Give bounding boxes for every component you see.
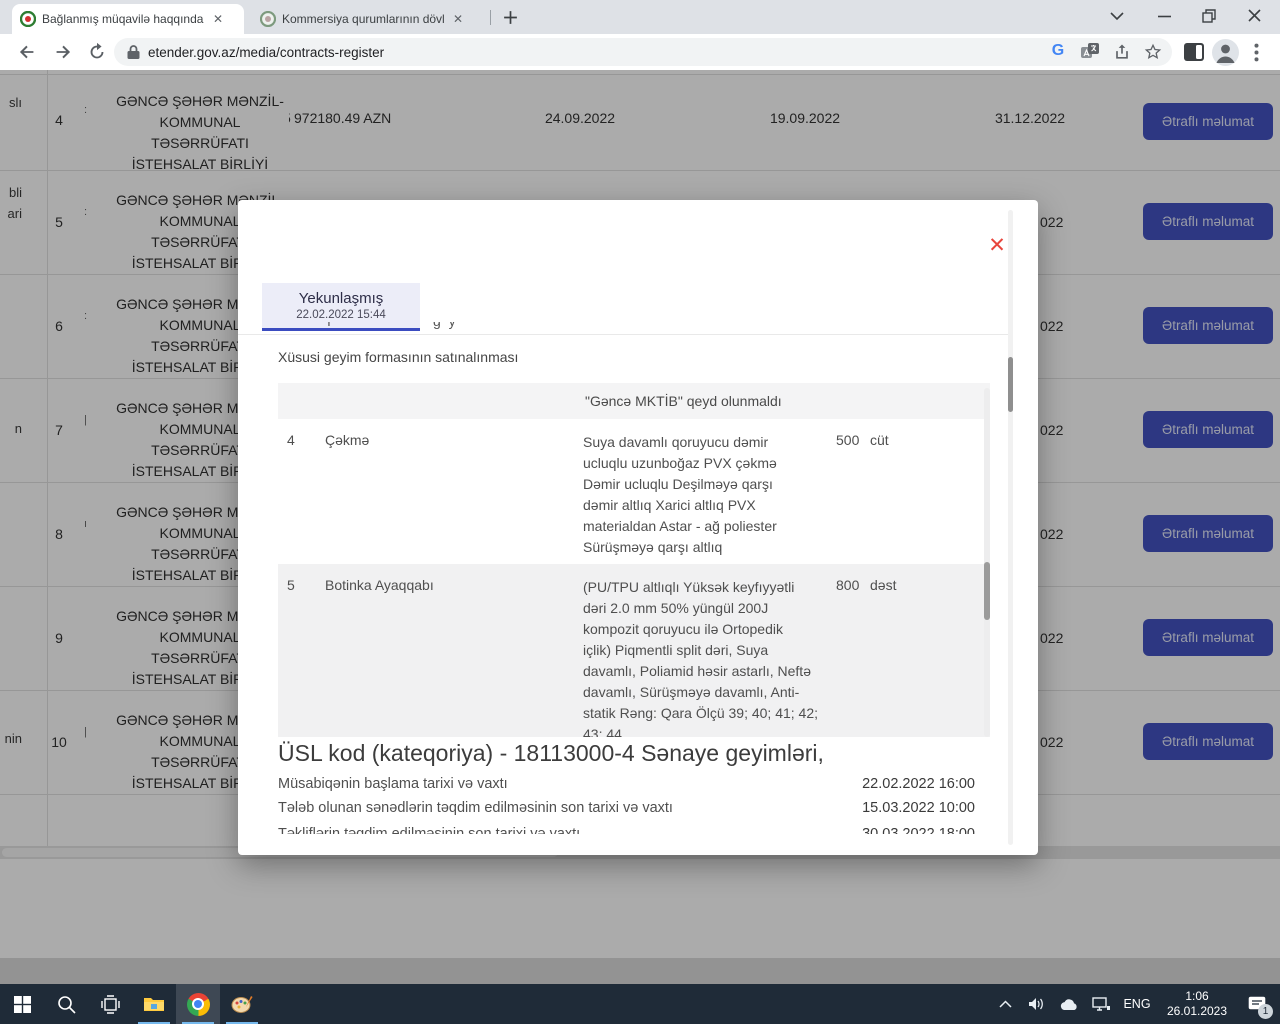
modal-scrollbar-thumb[interactable] bbox=[1008, 357, 1013, 412]
item-quantity: 800 bbox=[836, 577, 859, 593]
item-no: 4 bbox=[287, 432, 295, 448]
detail-row: Tələb olunan sənədlərin təqdim edilməsin… bbox=[278, 800, 990, 820]
tab-status-datetime: 22.02.2022 15:44 bbox=[296, 309, 386, 321]
tab-divider bbox=[490, 10, 491, 25]
tab-close-icon[interactable]: ✕ bbox=[210, 12, 226, 26]
item-no: 5 bbox=[287, 577, 295, 593]
task-view-icon bbox=[101, 995, 120, 1014]
item-unit: dəst bbox=[870, 577, 896, 593]
side-panel-icon[interactable] bbox=[1184, 43, 1204, 61]
clock-time: 1:06 bbox=[1160, 989, 1234, 1004]
screen: Bağlanmış müqavilə haqqında mə ✕ Kommers… bbox=[0, 0, 1280, 1024]
detail-label: Təkliflərin təqdim edilməsinin son tarix… bbox=[278, 826, 580, 834]
window-close-button[interactable] bbox=[1248, 9, 1261, 22]
language-indicator[interactable]: ENG bbox=[1120, 997, 1154, 1011]
share-icon[interactable] bbox=[1112, 42, 1132, 62]
item-name: Botinka Ayaqqabı bbox=[325, 577, 434, 593]
lock-icon bbox=[126, 44, 141, 60]
browser-tab-inactive[interactable]: Kommersiya qurumlarının dövlət ✕ bbox=[252, 4, 486, 34]
tender-detail-modal: ✕ Yekunlaşmış 22.02.2022 15:44 ı g y Xüs… bbox=[238, 200, 1038, 855]
search-icon bbox=[57, 995, 76, 1014]
item-description: (PU/TPU altlıqlı Yüksək keyfıyyətli dəri… bbox=[583, 577, 835, 737]
window-minimize-button[interactable] bbox=[1158, 15, 1171, 18]
item-unit: cüt bbox=[870, 432, 889, 448]
items-table-header: "Gəncə MKTİB" qeyd olunmaldı bbox=[278, 383, 990, 419]
tab-title: Kommersiya qurumlarının dövlət bbox=[282, 12, 444, 26]
back-button[interactable] bbox=[16, 41, 38, 63]
window-chevron-down-icon[interactable] bbox=[1110, 12, 1124, 21]
task-view-button[interactable] bbox=[88, 984, 132, 1024]
taskbar-search-button[interactable] bbox=[44, 984, 88, 1024]
modal-header-divider bbox=[238, 334, 1013, 335]
windows-taskbar: ENG 1:06 26.01.2023 1 bbox=[0, 984, 1280, 1024]
detail-label: Tələb olunan sənədlərin təqdim edilməsin… bbox=[278, 800, 673, 816]
onedrive-cloud-icon[interactable] bbox=[1056, 984, 1082, 1024]
chrome-taskbar-button[interactable] bbox=[176, 984, 220, 1024]
tray-chevron-up-icon[interactable] bbox=[992, 984, 1018, 1024]
windows-logo-icon bbox=[14, 996, 31, 1013]
detail-value: 30.03.2022 18:00 bbox=[862, 826, 975, 834]
etender-favicon-icon bbox=[20, 11, 36, 27]
modal-close-button[interactable]: ✕ bbox=[984, 232, 1010, 258]
google-g-icon[interactable]: G bbox=[1048, 42, 1068, 62]
browser-tab-strip: Bağlanmış müqavilə haqqında mə ✕ Kommers… bbox=[0, 0, 1280, 34]
tender-details-list: Müsabiqənin başlama tarixi və vaxtı 22.0… bbox=[278, 776, 990, 834]
folder-icon bbox=[143, 995, 165, 1013]
category-heading: ÜSL kod (kateqoriya) - 18113000-4 Sənaye… bbox=[278, 740, 824, 767]
action-center-button[interactable]: 1 bbox=[1240, 984, 1274, 1024]
start-button[interactable] bbox=[0, 984, 44, 1024]
purchase-title: Xüsusi geyim formasının satınalınması bbox=[278, 349, 518, 365]
etender-favicon-icon bbox=[260, 11, 276, 27]
contracts-register-page: slı 4 : GƏNCƏ ŞƏHƏR MƏNZİL- KOMMUNAL TƏS… bbox=[0, 70, 1280, 984]
detail-row: Müsabiqənin başlama tarixi və vaxtı 22.0… bbox=[278, 776, 990, 796]
item-row: 5 Botinka Ayaqqabı (PU/TPU altlıqlı Yüks… bbox=[278, 564, 990, 737]
forward-button[interactable] bbox=[52, 41, 74, 63]
detail-row-clipped: Təkliflərin təqdim edilməsinin son tarix… bbox=[278, 826, 990, 834]
items-scrollbar-thumb[interactable] bbox=[984, 562, 990, 620]
items-table: "Gəncə MKTİB" qeyd olunmaldı 4 Çəkmə Suy… bbox=[278, 383, 990, 737]
item-row: 4 Çəkmə Suya davamlı qoruyucu dəmir uclu… bbox=[278, 419, 990, 564]
tab-title: Bağlanmış müqavilə haqqında mə bbox=[42, 12, 204, 26]
browser-menu-kebab-icon[interactable] bbox=[1254, 43, 1259, 62]
new-tab-button[interactable] bbox=[502, 9, 519, 26]
modal-scrollbar[interactable] bbox=[1008, 210, 1013, 845]
tab-yekunlasmis[interactable]: Yekunlaşmış 22.02.2022 15:44 bbox=[262, 283, 420, 331]
chrome-icon bbox=[187, 993, 210, 1016]
detail-label: Müsabiqənin başlama tarixi və vaxtı bbox=[278, 776, 508, 792]
window-restore-button[interactable] bbox=[1202, 9, 1216, 23]
tab-close-icon[interactable]: ✕ bbox=[450, 12, 466, 26]
item-description: Suya davamlı qoruyucu dəmir ucluqlu uzun… bbox=[583, 432, 835, 558]
profile-avatar[interactable] bbox=[1212, 39, 1239, 66]
tab-status-label: Yekunlaşmış bbox=[299, 290, 384, 307]
browser-tab-active[interactable]: Bağlanmış müqavilə haqqında mə ✕ bbox=[12, 4, 244, 34]
paint-icon bbox=[231, 994, 253, 1014]
paint-taskbar-button[interactable] bbox=[220, 984, 264, 1024]
notification-badge: 1 bbox=[1258, 1004, 1273, 1019]
person-icon bbox=[1212, 39, 1239, 66]
note-header: "Gəncə MKTİB" qeyd olunmaldı bbox=[585, 393, 782, 409]
item-name: Çəkmə bbox=[325, 432, 369, 448]
file-explorer-button[interactable] bbox=[132, 984, 176, 1024]
system-tray: ENG 1:06 26.01.2023 1 bbox=[992, 984, 1280, 1024]
detail-value: 22.02.2022 16:00 bbox=[862, 776, 975, 792]
taskbar-clock[interactable]: 1:06 26.01.2023 bbox=[1160, 989, 1234, 1019]
clock-date: 26.01.2023 bbox=[1160, 1004, 1234, 1019]
item-quantity: 500 bbox=[836, 432, 859, 448]
refresh-button[interactable] bbox=[86, 41, 108, 63]
bookmark-star-icon[interactable] bbox=[1143, 42, 1163, 62]
items-scrollbar[interactable] bbox=[984, 388, 990, 737]
url-text[interactable]: etender.gov.az/media/contracts-register bbox=[148, 45, 384, 60]
volume-icon[interactable] bbox=[1024, 984, 1050, 1024]
network-display-icon[interactable] bbox=[1088, 984, 1114, 1024]
detail-value: 15.03.2022 10:00 bbox=[862, 800, 975, 816]
translate-icon[interactable] bbox=[1080, 42, 1100, 62]
